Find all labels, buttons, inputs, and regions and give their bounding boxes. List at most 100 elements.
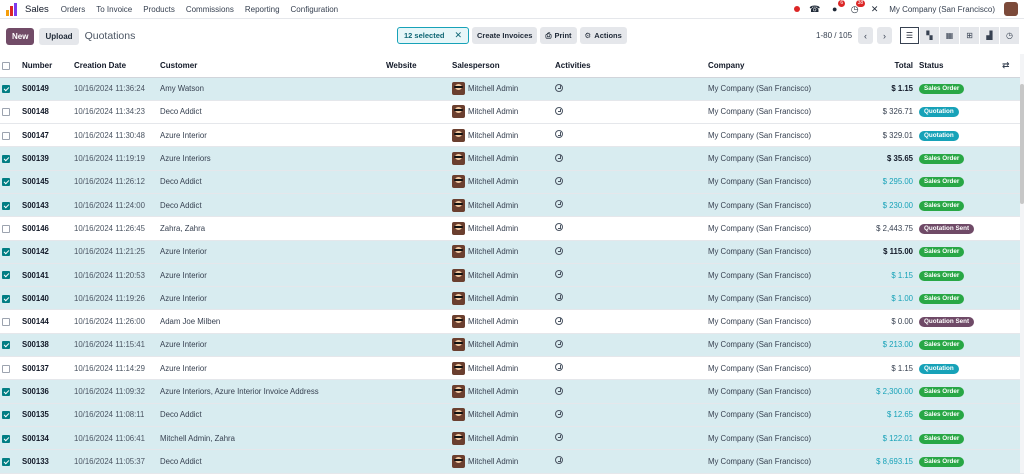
activity-view-icon[interactable]: ◷ xyxy=(1000,27,1019,44)
row-checkbox[interactable] xyxy=(2,411,10,420)
activity-clock-icon[interactable] xyxy=(555,386,563,395)
activity-clock-icon[interactable] xyxy=(555,363,563,372)
row-checkbox[interactable] xyxy=(2,154,10,163)
activity-clock-icon[interactable] xyxy=(555,130,563,139)
create-invoices-button[interactable]: Create Invoices xyxy=(472,27,538,44)
row-checkbox[interactable] xyxy=(2,108,10,117)
column-number[interactable]: Number xyxy=(20,54,72,78)
pager-value[interactable]: 1-80 / 105 xyxy=(816,31,852,40)
optional-columns-icon[interactable]: ⇄ xyxy=(1002,60,1010,70)
actions-button[interactable]: ⚙ Actions xyxy=(579,27,627,44)
row-checkbox[interactable] xyxy=(2,131,10,140)
list-view-icon[interactable]: ☰ xyxy=(900,27,919,44)
table-row[interactable]: S00142 10/16/2024 11:21:25 Azure Interio… xyxy=(0,240,1024,264)
activity-clock-icon[interactable] xyxy=(555,339,563,348)
table-row[interactable]: S00145 10/16/2024 11:26:12 Deco Addict M… xyxy=(0,170,1024,194)
graph-view-icon[interactable]: ▟ xyxy=(980,27,999,44)
row-checkbox[interactable] xyxy=(2,224,10,233)
row-checkbox[interactable] xyxy=(2,457,10,466)
table-row[interactable]: S00143 10/16/2024 11:24:00 Deco Addict M… xyxy=(0,193,1024,218)
clear-selection-icon[interactable]: ✕ xyxy=(454,30,462,41)
table-row[interactable]: S00139 10/16/2024 11:19:19 Azure Interio… xyxy=(0,146,1024,171)
row-checkbox[interactable] xyxy=(2,294,10,303)
activity-clock-icon[interactable] xyxy=(555,433,563,442)
website-cell xyxy=(384,100,450,125)
scrollbar[interactable] xyxy=(1020,54,1024,473)
column-customer[interactable]: Customer xyxy=(158,54,384,78)
new-button[interactable]: New xyxy=(6,27,35,45)
table-row[interactable]: S00133 10/16/2024 11:05:37 Deco Addict M… xyxy=(0,449,1024,474)
menu-products[interactable]: Products xyxy=(143,5,175,14)
table-row[interactable]: S00149 10/16/2024 11:36:24 Amy Watson Mi… xyxy=(0,77,1024,101)
calendar-view-icon[interactable]: ▦ xyxy=(940,27,959,44)
table-row[interactable]: S00148 10/16/2024 11:34:23 Deco Addict M… xyxy=(0,100,1024,125)
pivot-view-icon[interactable]: ⊞ xyxy=(960,27,979,44)
app-name[interactable]: Sales xyxy=(25,4,49,15)
activity-clock-icon[interactable] xyxy=(555,223,563,232)
column-activities[interactable]: Activities xyxy=(553,54,706,78)
table-row[interactable]: S00135 10/16/2024 11:08:11 Deco Addict M… xyxy=(0,403,1024,427)
menu-orders[interactable]: Orders xyxy=(61,5,85,14)
menu-to-invoice[interactable]: To Invoice xyxy=(96,5,132,14)
row-checkbox[interactable] xyxy=(2,248,10,257)
sales-app-icon[interactable] xyxy=(6,2,19,16)
row-checkbox[interactable] xyxy=(2,364,10,373)
row-checkbox[interactable] xyxy=(2,178,10,187)
table-row[interactable]: S00136 10/16/2024 11:09:32 Azure Interio… xyxy=(0,379,1024,404)
tools-icon[interactable]: ✕ xyxy=(869,4,880,15)
print-button[interactable]: ⎙ Print xyxy=(540,27,577,44)
table-row[interactable]: S00141 10/16/2024 11:20:53 Azure Interio… xyxy=(0,263,1024,288)
order-number: S00133 xyxy=(20,449,72,474)
row-checkbox[interactable] xyxy=(2,85,10,94)
table-row[interactable]: S00146 10/16/2024 11:26:45 Zahra, Zahra … xyxy=(0,216,1024,241)
activity-clock-icon[interactable] xyxy=(555,153,563,162)
kanban-view-icon[interactable]: ▚ xyxy=(920,27,939,44)
activity-clock-icon[interactable] xyxy=(555,176,563,185)
activities-clock-icon[interactable]: ◷ 38 xyxy=(849,0,866,15)
activity-clock-icon[interactable] xyxy=(555,456,563,465)
menu-configuration[interactable]: Configuration xyxy=(291,5,339,14)
activity-clock-icon[interactable] xyxy=(555,83,563,92)
column-status[interactable]: Status xyxy=(917,54,1000,78)
salesperson-avatar xyxy=(452,361,465,375)
table-row[interactable]: S00138 10/16/2024 11:15:41 Azure Interio… xyxy=(0,333,1024,358)
column-salesperson[interactable]: Salesperson xyxy=(450,54,553,78)
recording-dot-icon[interactable] xyxy=(794,6,801,12)
messages-icon[interactable]: ● 6 xyxy=(829,0,846,15)
menu-reporting[interactable]: Reporting xyxy=(245,5,280,14)
customer-name: Azure Interiors xyxy=(158,146,384,171)
upload-button[interactable]: Upload xyxy=(39,27,79,45)
table-row[interactable]: S00140 10/16/2024 11:19:26 Azure Interio… xyxy=(0,286,1024,311)
activity-clock-icon[interactable] xyxy=(555,200,563,209)
row-checkbox[interactable] xyxy=(2,201,10,210)
customer-name: Deco Addict xyxy=(158,170,384,194)
selected-count-pill[interactable]: 12 selected ✕ xyxy=(397,27,469,44)
column-company[interactable]: Company xyxy=(706,54,847,78)
activity-clock-icon[interactable] xyxy=(555,409,563,418)
activity-clock-icon[interactable] xyxy=(555,293,563,302)
table-row[interactable]: S00147 10/16/2024 11:30:48 Azure Interio… xyxy=(0,123,1024,148)
pager-previous-icon[interactable]: ‹ xyxy=(858,27,874,44)
row-checkbox[interactable] xyxy=(2,434,10,443)
table-row[interactable]: S00137 10/16/2024 11:14:29 Azure Interio… xyxy=(0,356,1024,381)
company-switcher[interactable]: My Company (San Francisco) xyxy=(889,5,995,14)
user-avatar[interactable] xyxy=(1004,2,1018,16)
activity-clock-icon[interactable] xyxy=(555,246,563,255)
status-badge: Sales Order xyxy=(919,247,965,258)
row-checkbox[interactable] xyxy=(2,341,10,350)
table-row[interactable]: S00134 10/16/2024 11:06:41 Mitchell Admi… xyxy=(0,426,1024,451)
activity-clock-icon[interactable] xyxy=(555,316,563,325)
table-row[interactable]: S00144 10/16/2024 11:26:00 Adam Joe Milb… xyxy=(0,309,1024,334)
activity-clock-icon[interactable] xyxy=(555,106,563,115)
column-website[interactable]: Website xyxy=(384,54,450,78)
select-all-checkbox[interactable] xyxy=(2,61,10,70)
row-checkbox[interactable] xyxy=(2,387,10,396)
phone-icon[interactable]: ☎ xyxy=(809,4,820,15)
column-total[interactable]: Total xyxy=(847,54,917,78)
column-creation-date[interactable]: Creation Date xyxy=(72,54,158,78)
row-checkbox[interactable] xyxy=(2,271,10,280)
pager-next-icon[interactable]: › xyxy=(877,27,893,44)
row-checkbox[interactable] xyxy=(2,318,10,327)
activity-clock-icon[interactable] xyxy=(555,270,563,279)
menu-commissions[interactable]: Commissions xyxy=(186,5,234,14)
